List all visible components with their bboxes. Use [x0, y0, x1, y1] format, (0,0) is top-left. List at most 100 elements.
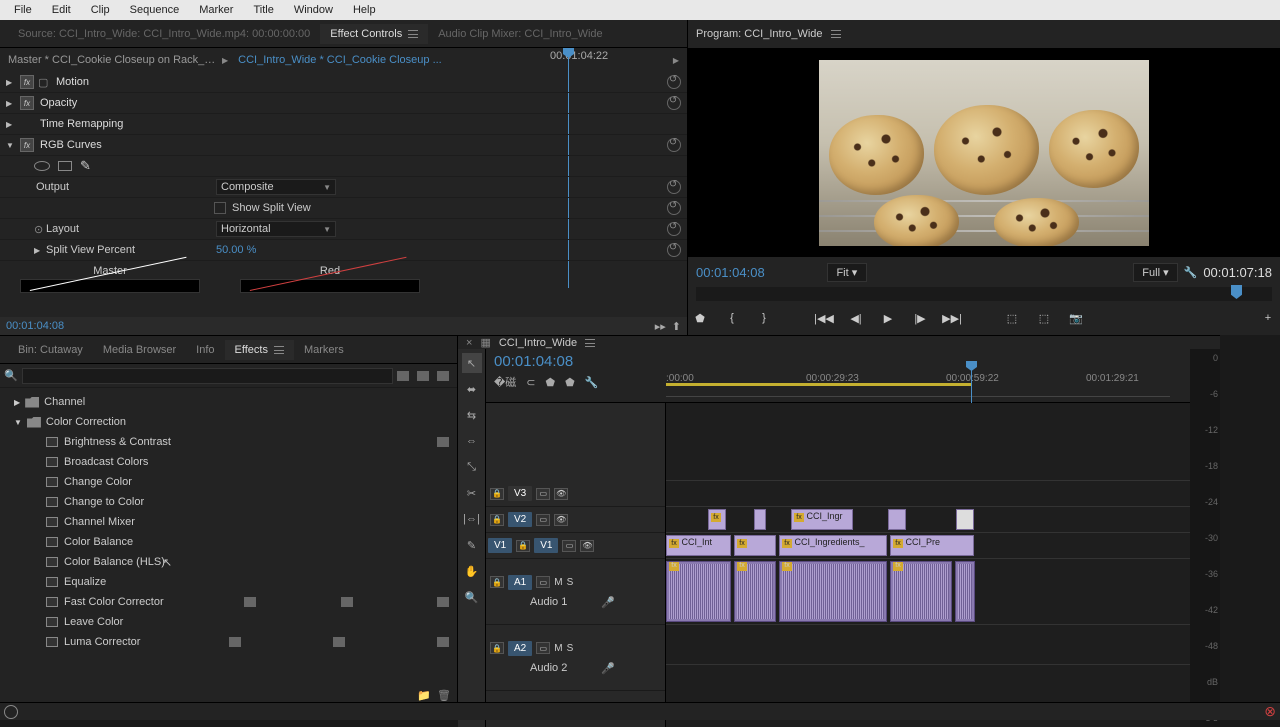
- ripple-edit-icon[interactable]: ⇆: [462, 405, 482, 425]
- wrench-icon[interactable]: 🔧: [585, 376, 599, 389]
- master-curve[interactable]: [20, 279, 200, 293]
- linked-sel-icon[interactable]: ⊂: [526, 376, 535, 389]
- red-curve[interactable]: [240, 279, 420, 293]
- effects-tree[interactable]: Channel Color Correction Brightness & Co…: [0, 388, 457, 685]
- pen-icon[interactable]: ✎: [462, 535, 482, 555]
- reset-icon[interactable]: [667, 222, 681, 236]
- ec-splitpct-row[interactable]: Split View Percent 50.00 %: [0, 240, 687, 261]
- tab-effects[interactable]: Effects: [225, 340, 294, 360]
- burger-icon[interactable]: [274, 346, 284, 354]
- reset-icon[interactable]: [667, 138, 681, 152]
- new-bin-icon[interactable]: 📁: [417, 689, 431, 702]
- effect-item[interactable]: Fast Color Corrector: [0, 592, 457, 612]
- ec-motion-row[interactable]: fx ▢ Motion: [0, 72, 687, 93]
- effect-item[interactable]: Broadcast Colors: [0, 452, 457, 472]
- wrench-icon[interactable]: 🔧: [1184, 266, 1198, 279]
- audio-clip[interactable]: fx: [779, 561, 887, 622]
- marker-icon[interactable]: ⬟: [546, 376, 556, 389]
- reset-icon[interactable]: [667, 75, 681, 89]
- mic-icon[interactable]: 🎤: [601, 662, 615, 675]
- export-frame-icon[interactable]: 📷: [1064, 306, 1088, 330]
- eye-icon[interactable]: 👁: [554, 514, 568, 526]
- audio-clip[interactable]: [955, 561, 975, 622]
- video-clip[interactable]: fx CCI_Int: [666, 535, 731, 556]
- filter-icon-1[interactable]: [397, 371, 409, 381]
- track-header-v1[interactable]: V1🔒V1▭👁: [486, 533, 665, 559]
- lock-icon[interactable]: 🔒: [490, 576, 504, 588]
- folder-channel[interactable]: Channel: [0, 392, 457, 412]
- hand-icon[interactable]: ✋: [462, 561, 482, 581]
- reset-icon[interactable]: [667, 96, 681, 110]
- trash-icon[interactable]: 🗑: [437, 689, 451, 702]
- slip-icon[interactable]: |⇔|: [462, 509, 482, 529]
- effect-item[interactable]: Equalize: [0, 572, 457, 592]
- reset-icon[interactable]: [667, 243, 681, 257]
- track-a2[interactable]: [666, 625, 1190, 665]
- program-scrubber[interactable]: [696, 287, 1272, 301]
- menu-help[interactable]: Help: [343, 2, 386, 18]
- ec-sequence-link[interactable]: CCI_Intro_Wide * CCI_Cookie Closeup ...: [238, 54, 442, 66]
- close-icon[interactable]: ×: [466, 337, 472, 349]
- tab-source[interactable]: Source: CCI_Intro_Wide: CCI_Intro_Wide.m…: [8, 24, 320, 44]
- track-header-v3[interactable]: 🔒V3▭👁: [486, 481, 665, 507]
- reset-icon[interactable]: [667, 180, 681, 194]
- audio-clip[interactable]: fx: [666, 561, 731, 622]
- timeline-ruler[interactable]: :00:00 00:00:29:23 00:00:59:22 00:01:29:…: [666, 367, 1170, 397]
- extract-icon[interactable]: ⬚: [1032, 306, 1056, 330]
- burger-icon[interactable]: [831, 30, 841, 38]
- settings-icon[interactable]: ⬟: [565, 376, 575, 389]
- burger-icon[interactable]: [585, 339, 595, 347]
- audio-clip[interactable]: fx: [890, 561, 952, 622]
- video-clip[interactable]: fx: [708, 509, 726, 530]
- menu-marker[interactable]: Marker: [189, 2, 243, 18]
- track-header-a2[interactable]: 🔒A2▭MS Audio 2🎤: [486, 625, 665, 691]
- output-dropdown[interactable]: Composite: [216, 179, 336, 195]
- menu-file[interactable]: File: [4, 2, 42, 18]
- video-clip[interactable]: fx CCI_Ingredients_: [779, 535, 887, 556]
- resolution-dropdown[interactable]: Full ▾: [1133, 263, 1177, 282]
- audio-clip[interactable]: fx: [734, 561, 776, 622]
- effect-item[interactable]: Color Balance: [0, 532, 457, 552]
- layout-dropdown[interactable]: Horizontal: [216, 221, 336, 237]
- rate-stretch-icon[interactable]: ⤡: [462, 457, 482, 477]
- go-to-in-icon[interactable]: |◀◀: [812, 306, 836, 330]
- effect-item[interactable]: Color Balance (HLS)↖: [0, 552, 457, 572]
- eye-icon[interactable]: 👁: [554, 488, 568, 500]
- ec-rgb-curves-row[interactable]: fx RGB Curves: [0, 135, 687, 156]
- play-icon[interactable]: ▶: [876, 306, 900, 330]
- lift-icon[interactable]: ⬚: [1000, 306, 1024, 330]
- burger-icon[interactable]: [408, 30, 418, 38]
- tab-bin[interactable]: Bin: Cutaway: [8, 340, 93, 360]
- filter-icon-3[interactable]: [437, 371, 449, 381]
- loop-icon[interactable]: ▸▸: [655, 320, 666, 333]
- mic-icon[interactable]: 🎤: [601, 596, 615, 609]
- track-area[interactable]: fx fx CCI_Ingr fx CCI_Int fx fx CCI_Ingr…: [666, 403, 1190, 727]
- program-viewer[interactable]: [688, 48, 1280, 257]
- effects-search-input[interactable]: [22, 368, 393, 384]
- program-tc-left[interactable]: 00:01:04:08: [696, 265, 765, 280]
- razor-icon[interactable]: ✂: [462, 483, 482, 503]
- video-clip[interactable]: [754, 509, 766, 530]
- track-header-a1[interactable]: 🔒A1▭MS Audio 1🎤: [486, 559, 665, 625]
- filter-icon-2[interactable]: [417, 371, 429, 381]
- video-clip[interactable]: [956, 509, 974, 530]
- ec-timeremap-row[interactable]: fx Time Remapping: [0, 114, 687, 135]
- tab-effect-controls[interactable]: Effect Controls: [320, 24, 428, 44]
- effect-item[interactable]: Leave Color: [0, 612, 457, 632]
- tab-media-browser[interactable]: Media Browser: [93, 340, 186, 360]
- effect-item[interactable]: Change to Color: [0, 492, 457, 512]
- add-button-icon[interactable]: +: [1256, 306, 1280, 330]
- ec-opacity-row[interactable]: fx Opacity: [0, 93, 687, 114]
- track-header-v2[interactable]: 🔒V2▭👁: [486, 507, 665, 533]
- eye-icon[interactable]: 👁: [580, 540, 594, 552]
- ellipse-mask-icon[interactable]: [34, 161, 50, 171]
- video-clip[interactable]: fx: [734, 535, 776, 556]
- rect-mask-icon[interactable]: [58, 161, 72, 171]
- go-to-out-icon[interactable]: ▶▶|: [940, 306, 964, 330]
- tab-info[interactable]: Info: [186, 340, 224, 360]
- lock-icon[interactable]: 🔒: [490, 514, 504, 526]
- zoom-fit-dropdown[interactable]: Fit ▾: [827, 263, 867, 282]
- step-fwd-icon[interactable]: |▶: [908, 306, 932, 330]
- menu-edit[interactable]: Edit: [42, 2, 81, 18]
- zoom-icon[interactable]: 🔍: [462, 587, 482, 607]
